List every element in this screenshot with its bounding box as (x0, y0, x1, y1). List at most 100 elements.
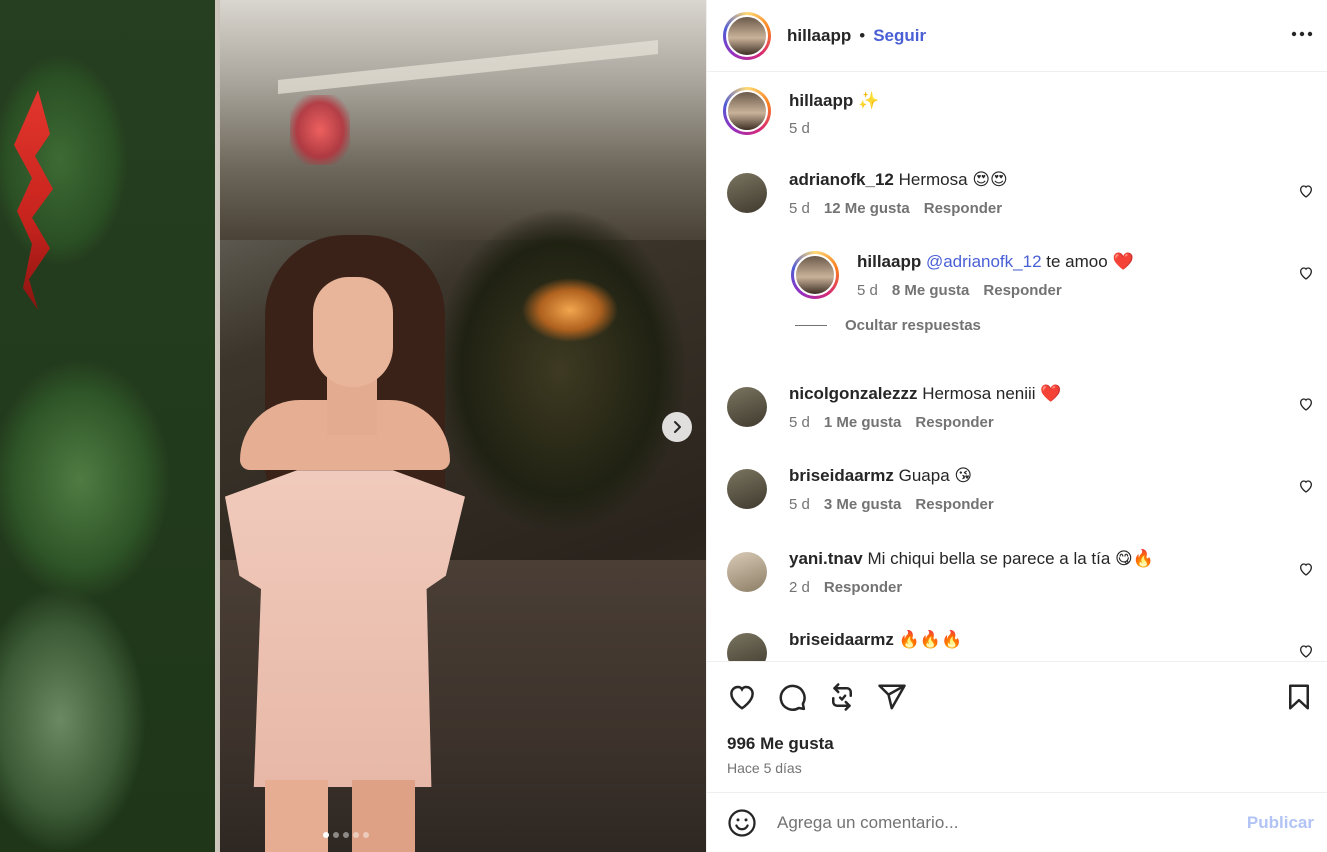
photo-person (195, 235, 470, 852)
carousel-dot (343, 832, 349, 838)
share-button[interactable] (877, 682, 907, 712)
comment-item: briseidaarmz Guapa 😘 5 d 3 Me gusta Resp… (723, 465, 994, 513)
post-media[interactable] (0, 0, 706, 852)
comment-text: Mi chiqui bella se parece a la tía (867, 549, 1111, 568)
photo-red-light (290, 95, 350, 165)
comment-username[interactable]: nicolgonzalezzz (789, 384, 917, 403)
reply-button[interactable]: Responder (983, 282, 1061, 299)
post-date: Hace 5 días (727, 760, 802, 776)
author-avatar[interactable] (791, 251, 839, 299)
reply-button[interactable]: Responder (915, 496, 993, 513)
comment-icon (779, 684, 806, 711)
more-icon (1291, 31, 1313, 37)
save-button[interactable] (1284, 682, 1314, 712)
emoji-icon (728, 808, 756, 837)
heart-outline-icon (1299, 267, 1313, 280)
comment-username[interactable]: adrianofk_12 (789, 170, 894, 189)
divider (795, 325, 827, 326)
carousel-dot (333, 832, 339, 838)
like-comment-button[interactable] (1298, 265, 1314, 281)
comment-button[interactable] (777, 682, 807, 712)
comment-composer: Publicar (707, 792, 1327, 852)
comment-input[interactable] (777, 812, 1217, 833)
carousel-dot (353, 832, 359, 838)
reply-time: 5 d (857, 282, 878, 299)
heart-outline-icon (1299, 480, 1313, 493)
commenter-avatar[interactable] (727, 173, 767, 213)
carousel-next-button[interactable] (662, 412, 692, 442)
publish-button[interactable]: Publicar (1247, 813, 1314, 833)
comment-time: 5 d (789, 414, 810, 431)
save-icon (1289, 684, 1309, 710)
hide-replies-button[interactable]: Ocultar respuestas (795, 317, 981, 334)
comment-username[interactable]: briseidaarmz (789, 630, 894, 649)
commenter-avatar[interactable] (727, 387, 767, 427)
heart-outline-icon (1299, 398, 1313, 411)
comment-emoji: 😘 (954, 466, 973, 486)
comment-reply: hillaapp @adrianofk_12 te amoo ❤️ 5 d 8 … (791, 251, 1134, 299)
comments-list[interactable]: hillaapp ✨ 5 d adrianofk_12 Hermosa 😍😍 5… (707, 73, 1327, 661)
post-actions: 996 Me gusta Hace 5 días (707, 661, 1327, 792)
commenter-avatar[interactable] (727, 469, 767, 509)
like-comment-button[interactable] (1298, 561, 1314, 577)
post-header: hillaapp • Seguir (707, 0, 1327, 72)
carousel-indicator (323, 832, 369, 838)
reply-button[interactable]: Responder (924, 200, 1002, 217)
reply-button[interactable]: Responder (915, 414, 993, 431)
likes-count[interactable]: 996 Me gusta (727, 734, 834, 754)
heart-icon (730, 685, 754, 710)
author-avatar[interactable] (723, 87, 771, 135)
reply-text: te amoo (1046, 252, 1108, 271)
comment-username[interactable]: yani.tnav (789, 549, 863, 568)
like-comment-button[interactable] (1298, 396, 1314, 412)
comment-time: 5 d (789, 200, 810, 217)
heart-outline-icon (1299, 185, 1313, 198)
reply-likes[interactable]: 8 Me gusta (892, 282, 970, 299)
comment-emoji: 🔥🔥🔥 (898, 630, 963, 650)
caption-time: 5 d (789, 120, 810, 137)
share-icon (878, 684, 906, 710)
like-comment-button[interactable] (1298, 183, 1314, 199)
heart-outline-icon (1299, 645, 1313, 658)
reply-button[interactable]: Responder (824, 579, 902, 596)
carousel-dot (363, 832, 369, 838)
post-side-panel: hillaapp • Seguir hillaapp ✨ 5 d adriano… (706, 0, 1327, 852)
comment-time: 2 d (789, 579, 810, 596)
like-comment-button[interactable] (1298, 478, 1314, 494)
separator-dot: • (859, 25, 866, 45)
comment-time: 5 d (789, 496, 810, 513)
chevron-right-icon (674, 421, 681, 433)
heart-outline-icon (1299, 563, 1313, 576)
author-avatar[interactable] (723, 11, 771, 60)
repost-button[interactable] (827, 682, 857, 712)
comment-text: Hermosa neniii (922, 384, 1036, 403)
more-options-button[interactable] (1288, 22, 1316, 46)
comment-text: Guapa (898, 466, 950, 485)
hide-replies-label: Ocultar respuestas (845, 317, 981, 334)
commenter-avatar[interactable] (727, 633, 767, 661)
commenter-avatar[interactable] (727, 552, 767, 592)
comment-likes[interactable]: 1 Me gusta (824, 414, 902, 431)
comment-item: briseidaarmz 🔥🔥🔥 (723, 629, 962, 661)
author-username[interactable]: hillaapp (787, 26, 851, 46)
follow-button[interactable]: Seguir (873, 26, 926, 46)
comment-item: yani.tnav Mi chiqui bella se parece a la… (723, 548, 1154, 596)
comment-text: Hermosa (898, 170, 968, 189)
comment-item: nicolgonzalezzz Hermosa neniii ❤️ 5 d 1 … (723, 383, 1062, 431)
comment-likes[interactable]: 3 Me gusta (824, 496, 902, 513)
caption-username[interactable]: hillaapp (789, 91, 853, 110)
caption-text: ✨ (857, 91, 880, 111)
reply-mention[interactable]: @adrianofk_12 (926, 252, 1042, 271)
comment-emoji: 😋🔥 (1115, 549, 1154, 569)
comment-emoji: 😍😍 (972, 170, 1008, 190)
comment-username[interactable]: briseidaarmz (789, 466, 894, 485)
reply-emoji: ❤️ (1112, 252, 1134, 272)
comment-emoji: ❤️ (1040, 384, 1062, 404)
carousel-dot (323, 832, 329, 838)
emoji-button[interactable] (727, 808, 757, 838)
like-button[interactable] (727, 682, 757, 712)
reply-username[interactable]: hillaapp (857, 252, 921, 271)
caption: hillaapp ✨ 5 d (723, 87, 879, 137)
like-comment-button[interactable] (1298, 643, 1314, 659)
comment-likes[interactable]: 12 Me gusta (824, 200, 910, 217)
